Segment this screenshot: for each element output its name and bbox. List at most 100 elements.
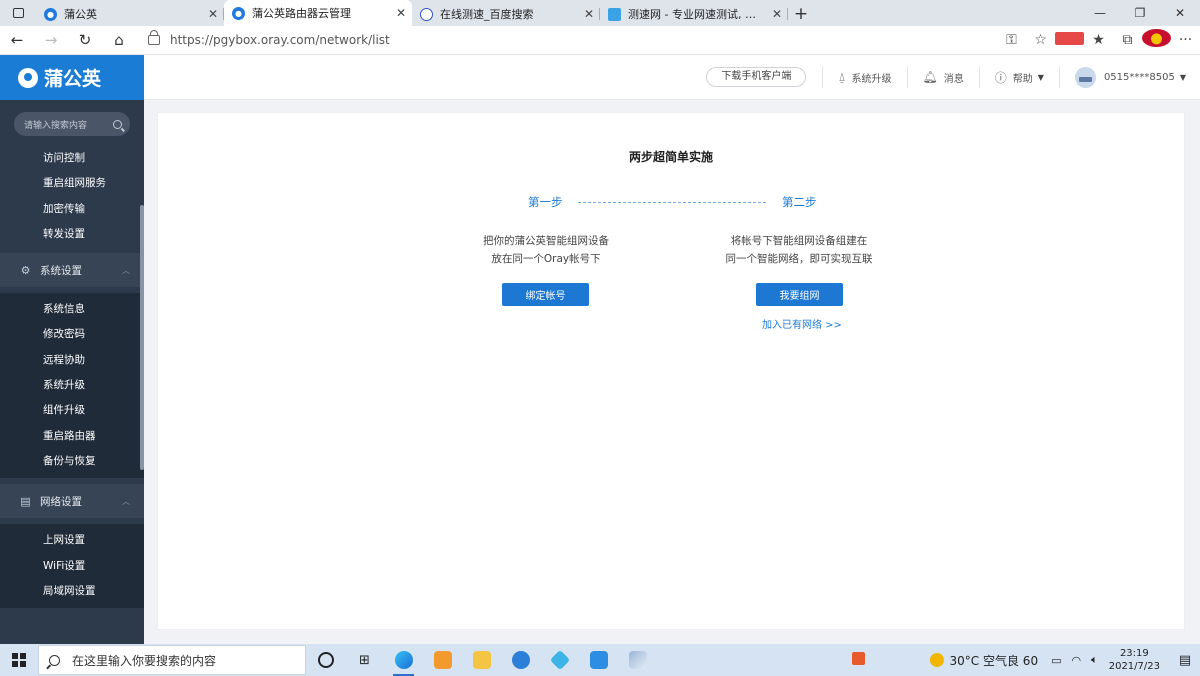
battery-icon[interactable]: ▭ — [1051, 654, 1061, 667]
taskbar-app-3[interactable] — [540, 644, 579, 676]
folder-icon — [472, 651, 491, 669]
address-bar: ← → ↻ ⌂ https://pgybox.oray.com/network/… — [0, 26, 1200, 55]
taskbar-app-4[interactable] — [579, 644, 618, 676]
search-icon — [49, 654, 60, 666]
download-client-button[interactable]: 下载手机客户端 — [706, 67, 807, 87]
sidebar-item-restart-networking[interactable]: 重启组网服务 — [0, 171, 144, 196]
sidebar-item-system-upgrade[interactable]: 系统升级 — [0, 373, 144, 398]
back-icon[interactable]: ← — [0, 31, 34, 49]
account-menu[interactable]: 0515****8505 ▼ — [1058, 66, 1200, 88]
profile-icon[interactable] — [1142, 29, 1171, 51]
tab-actions-button[interactable] — [0, 0, 36, 26]
forward-icon[interactable]: → — [34, 31, 68, 49]
extension-icon[interactable] — [1055, 31, 1084, 49]
sidebar-item-remote-assist[interactable]: 远程协助 — [0, 348, 144, 373]
favorite-add-icon[interactable]: ☆ — [1026, 32, 1055, 48]
taskbar-app-1[interactable] — [423, 644, 462, 676]
create-network-button[interactable]: 我要组网 — [756, 283, 843, 306]
sidebar-item-encrypted-transport[interactable]: 加密传输 — [0, 197, 144, 222]
sidebar-item-wifi-settings[interactable]: WiFi设置 — [0, 554, 144, 579]
sidebar-group-system-settings[interactable]: ⚙ 系统设置 ︿ — [0, 253, 144, 288]
upgrade-label: 系统升级 — [851, 73, 892, 85]
system-upgrade-link[interactable]: ⍙ 系统升级 — [822, 66, 906, 88]
task-view-button[interactable]: ⊞ — [345, 644, 384, 676]
sidebar-item-change-password[interactable]: 修改密码 — [0, 322, 144, 347]
brand-logo[interactable]: 蒲公英 — [0, 55, 144, 100]
messages-link[interactable]: 🔔︎ 消息 — [906, 66, 979, 88]
caret-down-icon: ▼ — [1179, 72, 1186, 82]
sidebar-group-network-settings[interactable]: ▤ 网络设置 ︿ — [0, 484, 144, 519]
help-label: 帮助 — [1012, 73, 1033, 85]
weather-widget[interactable]: 30°C 空气良 60 — [929, 652, 1039, 669]
sidebar-item-lan-settings[interactable]: 局域网设置 — [0, 579, 144, 604]
sidebar-item-component-upgrade[interactable]: 组件升级 — [0, 398, 144, 423]
refresh-icon[interactable]: ↻ — [68, 31, 102, 49]
sidebar-item-forwarding[interactable]: 转发设置 — [0, 222, 144, 247]
favorites-icon[interactable]: ★ — [1084, 32, 1113, 48]
minimize-icon[interactable]: — — [1080, 6, 1120, 20]
sidebar-item-restart-router[interactable]: 重启路由器 — [0, 424, 144, 449]
taskbar-clock[interactable]: 23:19 2021/7/23 — [1109, 647, 1160, 673]
windows-logo-icon — [12, 653, 26, 667]
edge-icon — [394, 651, 413, 669]
tab-actions-icon — [12, 8, 24, 18]
restore-icon[interactable]: ❐ — [1120, 6, 1160, 20]
lock-icon — [148, 30, 160, 45]
tab-separator — [787, 8, 788, 20]
tab-title: 测速网 - 专业网速测试, 宽带提速 — [628, 8, 766, 21]
taskbar-app-2[interactable] — [501, 644, 540, 676]
pgy-logo-icon — [18, 67, 38, 88]
group-title: 系统设置 — [40, 264, 82, 277]
notification-icon[interactable]: ▤ — [1170, 653, 1200, 668]
close-tab-icon[interactable]: ✕ — [396, 6, 406, 20]
start-button[interactable] — [0, 644, 38, 676]
sidebar-item-backup-restore[interactable]: 备份与恢复 — [0, 449, 144, 474]
cortana-button[interactable] — [306, 644, 345, 676]
new-tab-button[interactable]: + — [788, 2, 814, 26]
join-network-link[interactable]: 加入已有网络 >> — [762, 316, 842, 331]
tray-app-icon[interactable] — [851, 652, 865, 668]
browser-tab-1[interactable]: ● 蒲公英路由器云管理 ✕ — [224, 0, 412, 26]
taskbar-app-5[interactable] — [618, 644, 657, 676]
browser-tab-3[interactable]: 测速网 - 专业网速测试, 宽带提速 ✕ — [600, 2, 788, 26]
taskbar-file-explorer[interactable] — [462, 644, 501, 676]
logo-text: 蒲公英 — [44, 68, 102, 90]
close-window-icon[interactable]: ✕ — [1160, 6, 1200, 20]
document-icon: ▤ — [20, 494, 31, 508]
help-menu[interactable]: ⓘ 帮助 ▼ — [978, 66, 1059, 88]
sidebar-item-access-control[interactable]: 访问控制 — [0, 146, 144, 171]
taskbar-edge[interactable] — [384, 644, 423, 676]
home-icon[interactable]: ⌂ — [102, 31, 136, 49]
app-icon — [589, 651, 608, 669]
step-one-label: 第一步 — [528, 195, 563, 209]
url-field[interactable]: https://pgybox.oray.com/network/list — [148, 28, 997, 52]
bind-account-button[interactable]: 绑定帐号 — [502, 283, 589, 306]
taskbar-search-input[interactable]: 在这里输入你要搜索的内容 — [38, 645, 306, 675]
app-icon — [549, 649, 570, 671]
close-tab-icon[interactable]: ✕ — [584, 7, 594, 21]
browser-tab-2[interactable]: 在线测速_百度搜索 ✕ — [412, 2, 600, 26]
close-tab-icon[interactable]: ✕ — [772, 7, 782, 21]
search-icon[interactable] — [113, 119, 122, 129]
sidebar-scrollbar[interactable] — [140, 205, 144, 470]
upgrade-icon: ⍙ — [838, 69, 846, 84]
network-settings-items: 上网设置 WiFi设置 局域网设置 — [0, 524, 144, 609]
browser-tab-0[interactable]: ● 蒲公英 ✕ — [36, 2, 224, 26]
sidebar-search-input[interactable]: 请输入搜索内容 — [14, 112, 130, 136]
network-icon[interactable]: ◠ — [1072, 654, 1082, 667]
bell-icon: 🔔︎ — [922, 70, 938, 84]
volume-icon[interactable]: 🔈︎ — [1091, 653, 1098, 667]
address-bar-actions: ⚿ ☆ ★ ⧉ ··· — [997, 29, 1200, 51]
collections-icon[interactable]: ⧉ — [1113, 32, 1142, 48]
baidu-favicon-icon — [420, 7, 433, 21]
step-one-description: 把你的蒲公英智能组网设备 放在同一个Oray帐号下 — [446, 232, 646, 268]
close-tab-icon[interactable]: ✕ — [208, 7, 218, 21]
clock-time: 23:19 — [1119, 648, 1149, 659]
sidebar-item-system-info[interactable]: 系统信息 — [0, 297, 144, 322]
weather-text: 30°C 空气良 60 — [949, 653, 1039, 668]
key-icon[interactable]: ⚿ — [997, 32, 1026, 48]
sidebar-item-internet-settings[interactable]: 上网设置 — [0, 528, 144, 553]
more-icon[interactable]: ··· — [1171, 32, 1200, 48]
sidebar: 蒲公英 请输入搜索内容 访问控制 重启组网服务 加密传输 转发设置 ⚙ 系统设置… — [0, 55, 144, 644]
step-two-description: 将帐号下智能组网设备组建在 同一个智能网络，即可实现互联 — [699, 232, 899, 268]
